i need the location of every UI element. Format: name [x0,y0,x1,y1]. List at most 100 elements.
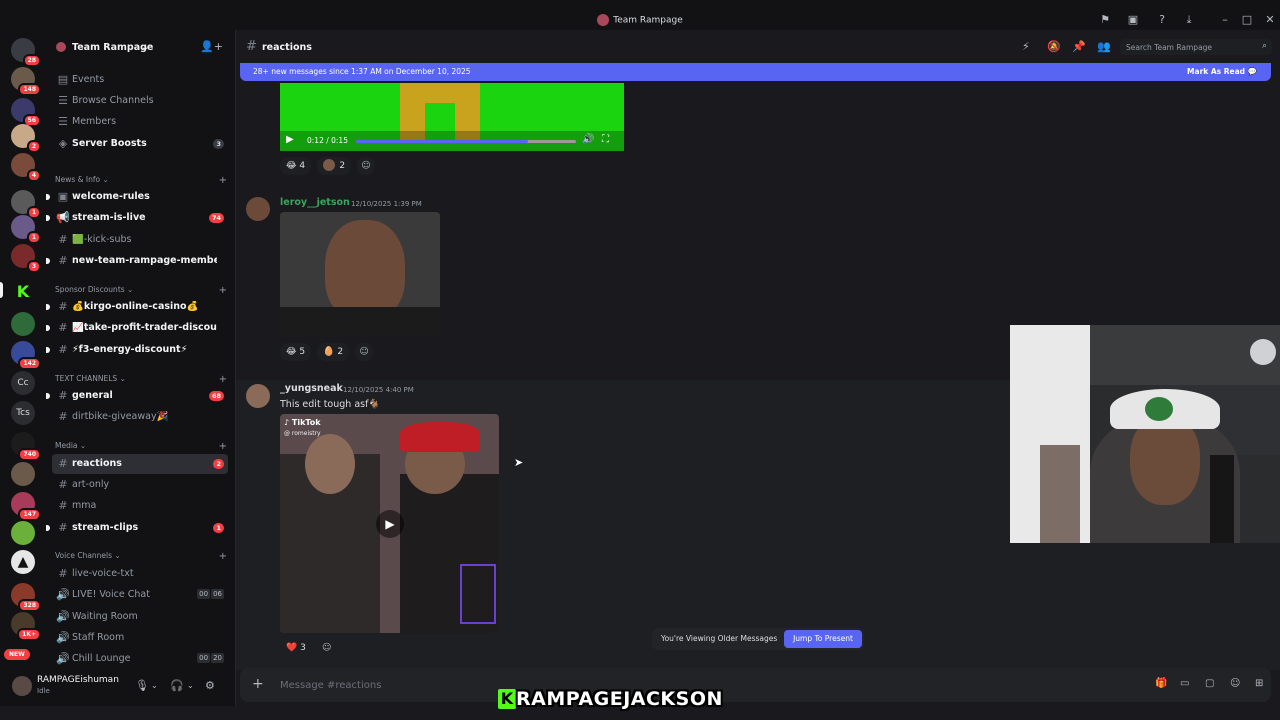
member-list-icon[interactable]: 👥 [1097,40,1111,53]
video-progress[interactable] [356,140,576,143]
channel-reactions[interactable]: # reactions 2 [52,454,228,474]
invite-icon[interactable]: 👤+ [200,40,223,53]
add-channel-icon[interactable]: + [219,551,227,562]
video-attachment[interactable]: ♪ TikTok @ romeistry ▶ [280,414,499,633]
volume-icon[interactable]: 🔊 [582,134,594,145]
channel-kirgo[interactable]: # 💰kirgo-online-casino💰 [46,297,228,317]
reaction-chip[interactable]: 2 [317,157,352,175]
server-item[interactable]: 56 [11,98,41,127]
chevron-down-icon[interactable]: ⌄ [151,681,158,690]
sticker-icon[interactable]: ▢ [1205,678,1214,689]
server-tcs[interactable]: Tcs [11,401,35,425]
emoji-icon[interactable]: ☺ [1230,678,1240,689]
threads-icon[interactable]: ⚡ [1022,40,1030,53]
server-item[interactable]: 3 [11,244,41,273]
search-input[interactable] [1126,41,1251,53]
add-channel-icon[interactable]: + [219,374,227,385]
headphones-icon[interactable]: 🎧 [170,679,184,692]
mute-bell-icon[interactable]: 🔕 [1047,40,1061,53]
fullscreen-icon[interactable]: ⛶ [602,134,609,145]
add-channel-icon[interactable]: + [219,175,227,186]
server-item[interactable] [11,521,35,545]
server-item[interactable]: 740 [11,432,41,461]
category-media[interactable]: Media ⌄ + [55,441,227,455]
new-messages-banner[interactable]: 28+ new messages since 1:37 AM on Decemb… [240,63,1271,81]
channel-stream-clips[interactable]: # stream-clips 1 [46,518,228,538]
add-channel-icon[interactable]: + [219,441,227,452]
server-item[interactable]: 1K+ [11,612,41,641]
chevron-down-icon[interactable]: ⌄ [187,681,194,690]
image-attachment[interactable] [280,212,440,337]
server-home[interactable]: 28 [11,38,41,67]
voice-channel-live[interactable]: 🔊 LIVE! Voice Chat 00 06 [52,585,228,605]
channel-dirtbike[interactable]: # dirtbike-giveaway🎉 [52,407,228,427]
add-reaction-button[interactable]: ☺ [355,343,373,361]
microphone-icon[interactable]: 🎙 [135,679,149,692]
server-kick[interactable]: K [11,280,35,304]
channel-new-members[interactable]: # new-team-rampage-members [46,251,228,271]
add-channel-icon[interactable]: + [219,285,227,296]
gif-icon[interactable]: ▭ [1180,678,1189,689]
reaction-chip[interactable]: 😂 4 [280,157,312,175]
channel-kick-subs[interactable]: # 🟩-kick-subs [52,230,228,250]
channel-stream-is-live[interactable]: 📢 stream-is-live 74 [46,208,228,228]
play-icon[interactable]: ▶ [376,510,404,538]
voice-channel-chill[interactable]: 🔊 Chill Lounge 00 20 [52,649,228,669]
reaction-chip[interactable]: 🥚 2 [317,343,350,361]
download-icon[interactable]: ⤓ [1182,13,1196,27]
jump-to-present-button[interactable]: Jump To Present [784,630,862,648]
server-item[interactable]: 1 [11,215,41,244]
video-attachment[interactable]: ▶ 0:12 / 0:15 🔊 ⛶ [280,83,624,151]
close-icon[interactable]: ✕ [1263,13,1277,27]
channel-live-voice-txt[interactable]: # live-voice-txt [52,564,228,584]
apps-icon[interactable]: ⊞ [1255,678,1263,689]
server-cc[interactable]: Cc [11,371,35,395]
pin-icon[interactable]: 📌 [1072,40,1086,53]
add-reaction-button[interactable]: ☺ [318,639,336,657]
maximize-icon[interactable]: □ [1240,13,1254,27]
avatar[interactable] [12,676,32,696]
channel-art-only[interactable]: # art-only [52,475,228,495]
server-item[interactable]: 148 [11,67,41,96]
search-box[interactable]: ⌕ [1120,39,1272,55]
channel-f3-energy[interactable]: # ⚡f3-energy-discount⚡ [46,340,228,360]
avatar[interactable] [246,384,270,408]
message-author[interactable]: leroy__jetson [280,197,350,208]
sidebar-item-events[interactable]: ▤ Events [52,70,228,90]
voice-channel-waiting[interactable]: 🔊 Waiting Room [52,607,228,627]
category-voice[interactable]: Voice Channels ⌄ + [55,551,227,565]
inbox-flag-icon[interactable]: ⚑ [1098,13,1112,27]
minimize-icon[interactable]: – [1218,13,1232,27]
server-item[interactable]: 4 [11,153,41,182]
reaction-chip[interactable]: ❤️ 3 [280,639,312,657]
server-item[interactable] [11,312,35,336]
sidebar-item-members[interactable]: ☰ Members [52,112,228,132]
sidebar-item-browse[interactable]: ☰ Browse Channels [52,91,228,111]
server-item[interactable]: ▲ [11,550,35,574]
message-author[interactable]: _yungsneak [280,383,343,394]
add-attachment-icon[interactable]: + [252,676,264,692]
server-item[interactable]: 328 [11,583,41,612]
reaction-chip[interactable]: 😂 5 [280,343,312,361]
gift-icon[interactable]: 🎁 [1155,678,1167,689]
mark-as-read-button[interactable]: Mark As Read 💬 [1187,67,1257,76]
sidebar-item-boosts[interactable]: ◈ Server Boosts 3 [52,134,228,154]
server-item[interactable]: 1 [11,190,41,219]
channel-general[interactable]: # general 68 [46,386,228,406]
gear-icon[interactable]: ⚙ [205,679,215,692]
add-reaction-button[interactable]: ☺ [357,157,375,175]
server-header[interactable]: Team Rampage ⌄ 👤+ [46,30,235,64]
hash-icon: # [58,567,68,580]
help-icon[interactable]: ? [1155,13,1169,27]
channel-mma[interactable]: # mma [52,496,228,516]
channel-welcome-rules[interactable]: ▣ welcome-rules [46,187,228,207]
play-icon[interactable]: ▶ [286,134,294,145]
avatar[interactable] [246,197,270,221]
server-item[interactable]: 142 [11,341,41,370]
server-item[interactable] [11,462,35,486]
channel-take-profit[interactable]: #📈take-profit-trader-discount... [46,318,228,338]
server-item[interactable]: 147 [11,492,41,521]
voice-channel-staff[interactable]: 🔊 Staff Room [52,628,228,648]
screen-share-icon[interactable]: ▣ [1126,13,1140,27]
server-item[interactable]: 2 [11,124,41,153]
